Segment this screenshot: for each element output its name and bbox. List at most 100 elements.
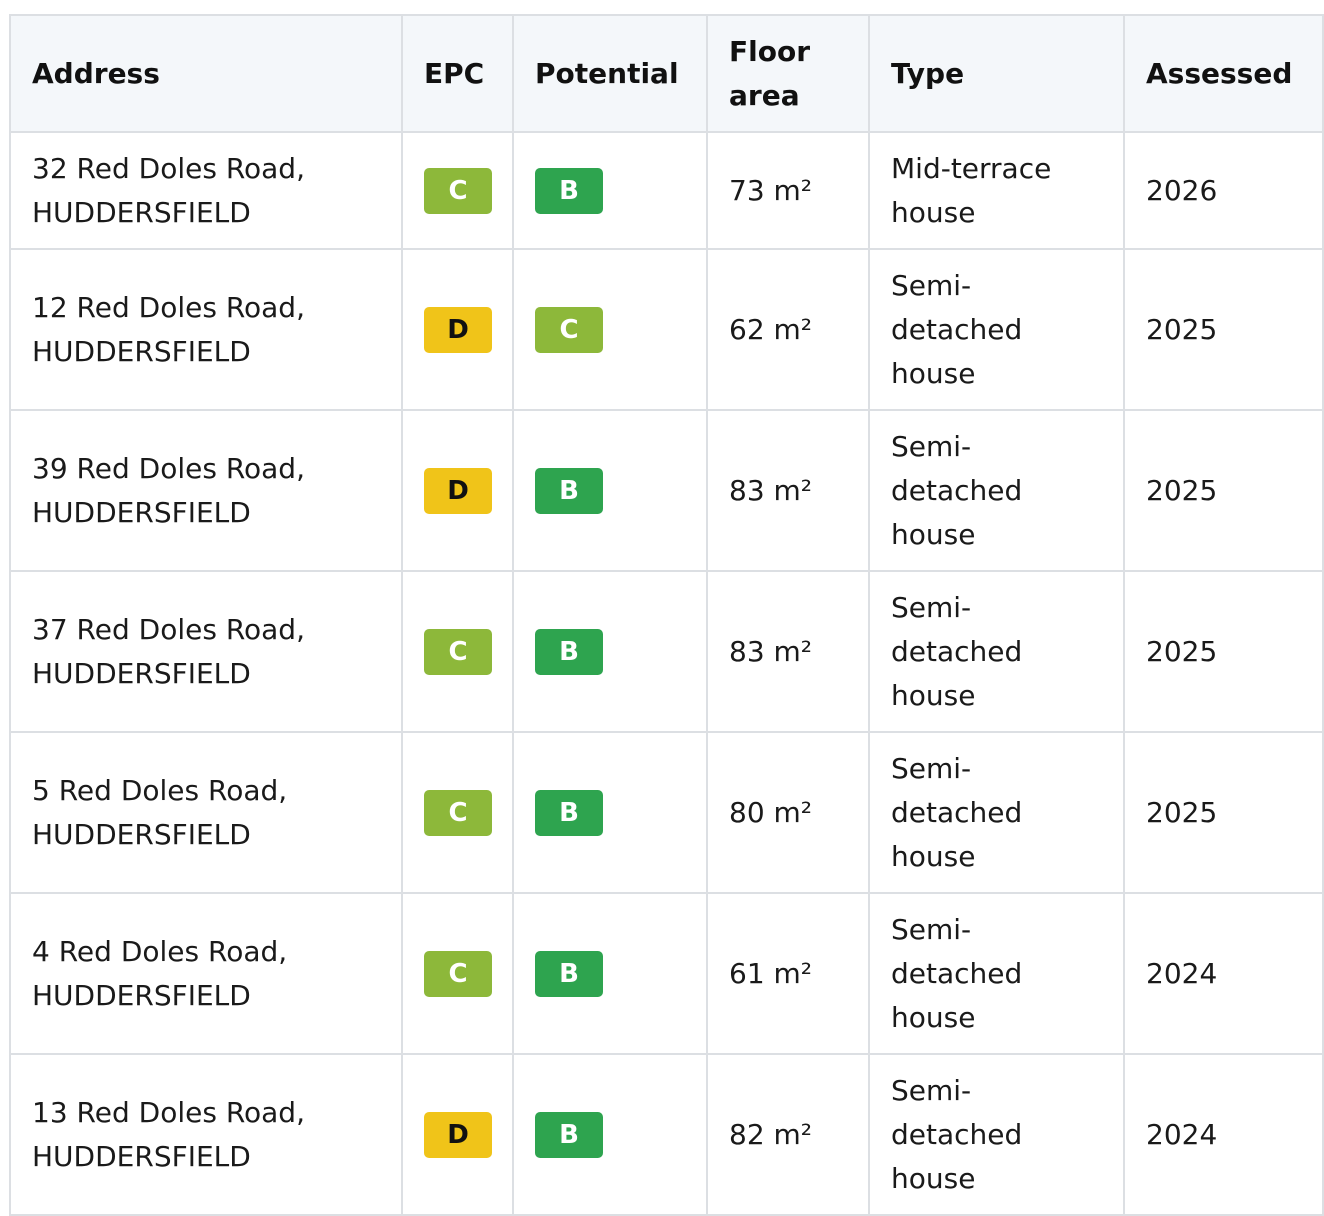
property-type-line: Semi- (891, 751, 972, 785)
epc-cell: C (401, 892, 514, 1055)
epc-rating-badge: D (424, 1111, 492, 1158)
property-type-line: house (891, 195, 976, 229)
epc-cell: C (401, 131, 514, 250)
address-line1: 37 Red Doles Road, (32, 612, 305, 646)
potential-rating-badge: B (535, 467, 603, 514)
floor-area-cell: 73 m² (706, 131, 870, 250)
property-type-line: detached (891, 1117, 1023, 1151)
address-line1: 4 Red Doles Road, (32, 934, 288, 968)
property-type-line: house (891, 839, 976, 873)
address-cell: 37 Red Doles Road, HUDDERSFIELD (9, 570, 403, 733)
floor-area-cell: 83 m² (706, 409, 870, 572)
table-row[interactable]: 13 Red Doles Road, HUDDERSFIELD D B 82 m² Sem… (9, 1053, 1324, 1216)
property-type-cell: Semi-detached house (868, 731, 1125, 894)
assessed-year-cell: 2024 (1123, 892, 1324, 1055)
epc-rating-badge: C (424, 950, 492, 997)
property-type-line: house (891, 1000, 976, 1034)
column-header-type[interactable]: Type (868, 14, 1125, 133)
property-type-line: house (891, 1161, 976, 1195)
address-line2: HUDDERSFIELD (32, 334, 251, 368)
address-line1: 39 Red Doles Road, (32, 451, 305, 485)
floor-header-line2: area (729, 78, 800, 112)
property-type-line: Semi- (891, 429, 972, 463)
property-type-line: Semi- (891, 268, 972, 302)
property-type-cell: Mid-terrace house (868, 131, 1125, 250)
property-type-line: detached (891, 956, 1023, 990)
property-type-line: Semi- (891, 912, 972, 946)
floor-header-line1: Floor (729, 34, 811, 68)
address-line1: 5 Red Doles Road, (32, 773, 288, 807)
assessed-year-cell: 2025 (1123, 409, 1324, 572)
address-cell: 4 Red Doles Road, HUDDERSFIELD (9, 892, 403, 1055)
potential-cell: C (512, 248, 708, 411)
epc-rating-badge: D (424, 306, 492, 353)
epc-cell: D (401, 409, 514, 572)
property-type-line: Semi- (891, 1073, 972, 1107)
address-line1: 32 Red Doles Road, (32, 151, 305, 185)
epc-cell: C (401, 570, 514, 733)
potential-cell: B (512, 1053, 708, 1216)
property-type-line: detached (891, 312, 1023, 346)
property-type-cell: Semi-detached house (868, 1053, 1125, 1216)
table-row[interactable]: 4 Red Doles Road, HUDDERSFIELD C B 61 m² Semi… (9, 892, 1324, 1055)
epc-table-container: Address EPC Potential Floor area Type Ass… (9, 14, 1324, 1216)
address-line2: HUDDERSFIELD (32, 817, 251, 851)
potential-cell: B (512, 409, 708, 572)
floor-area-cell: 61 m² (706, 892, 870, 1055)
epc-table: Address EPC Potential Floor area Type Ass… (9, 14, 1324, 1216)
assessed-year-cell: 2024 (1123, 1053, 1324, 1216)
property-type-line: house (891, 678, 976, 712)
address-cell: 32 Red Doles Road, HUDDERSFIELD (9, 131, 403, 250)
epc-rating-badge: C (424, 628, 492, 675)
address-line2: HUDDERSFIELD (32, 1139, 251, 1173)
property-type-line: detached (891, 634, 1023, 668)
address-line2: HUDDERSFIELD (32, 495, 251, 529)
property-type-cell: Semi-detached house (868, 892, 1125, 1055)
address-line2: HUDDERSFIELD (32, 195, 251, 229)
address-cell: 39 Red Doles Road, HUDDERSFIELD (9, 409, 403, 572)
potential-rating-badge: B (535, 628, 603, 675)
epc-cell: D (401, 1053, 514, 1216)
potential-cell: B (512, 131, 708, 250)
table-row[interactable]: 12 Red Doles Road, HUDDERSFIELD D C 62 m² Sem… (9, 248, 1324, 411)
address-line2: HUDDERSFIELD (32, 656, 251, 690)
address-line1: 12 Red Doles Road, (32, 290, 305, 324)
epc-cell: D (401, 248, 514, 411)
potential-cell: B (512, 570, 708, 733)
address-cell: 5 Red Doles Road, HUDDERSFIELD (9, 731, 403, 894)
address-line2: HUDDERSFIELD (32, 978, 251, 1012)
column-header-epc[interactable]: EPC (401, 14, 514, 133)
column-header-assessed[interactable]: Assessed (1123, 14, 1324, 133)
potential-rating-badge: B (535, 167, 603, 214)
assessed-year-cell: 2025 (1123, 248, 1324, 411)
property-type-line: Mid-terrace (891, 151, 1052, 185)
address-cell: 12 Red Doles Road, HUDDERSFIELD (9, 248, 403, 411)
floor-area-cell: 62 m² (706, 248, 870, 411)
epc-rating-badge: D (424, 467, 492, 514)
epc-rating-badge: C (424, 789, 492, 836)
table-row[interactable]: 32 Red Doles Road, HUDDERSFIELD C B 73 m² Mid… (9, 131, 1324, 250)
address-cell: 13 Red Doles Road, HUDDERSFIELD (9, 1053, 403, 1216)
property-type-cell: Semi-detached house (868, 570, 1125, 733)
column-header-floor-area[interactable]: Floor area (706, 14, 870, 133)
column-header-address[interactable]: Address (9, 14, 403, 133)
table-row[interactable]: 37 Red Doles Road, HUDDERSFIELD C B 83 m² Sem… (9, 570, 1324, 733)
property-type-line: Semi- (891, 590, 972, 624)
property-type-line: house (891, 356, 976, 390)
table-header-row: Address EPC Potential Floor area Type Ass… (9, 14, 1324, 133)
property-type-cell: Semi-detached house (868, 409, 1125, 572)
assessed-year-cell: 2025 (1123, 731, 1324, 894)
potential-rating-badge: B (535, 1111, 603, 1158)
potential-rating-badge: C (535, 306, 603, 353)
address-line1: 13 Red Doles Road, (32, 1095, 305, 1129)
property-type-line: detached (891, 473, 1023, 507)
property-type-line: house (891, 517, 976, 551)
table-row[interactable]: 39 Red Doles Road, HUDDERSFIELD D B 83 m² Sem… (9, 409, 1324, 572)
epc-cell: C (401, 731, 514, 894)
assessed-year-cell: 2026 (1123, 131, 1324, 250)
table-row[interactable]: 5 Red Doles Road, HUDDERSFIELD C B 80 m² Semi… (9, 731, 1324, 894)
assessed-year-cell: 2025 (1123, 570, 1324, 733)
floor-area-cell: 82 m² (706, 1053, 870, 1216)
column-header-potential[interactable]: Potential (512, 14, 708, 133)
table-body: 32 Red Doles Road, HUDDERSFIELD C B 73 m² Mid… (9, 131, 1324, 1216)
